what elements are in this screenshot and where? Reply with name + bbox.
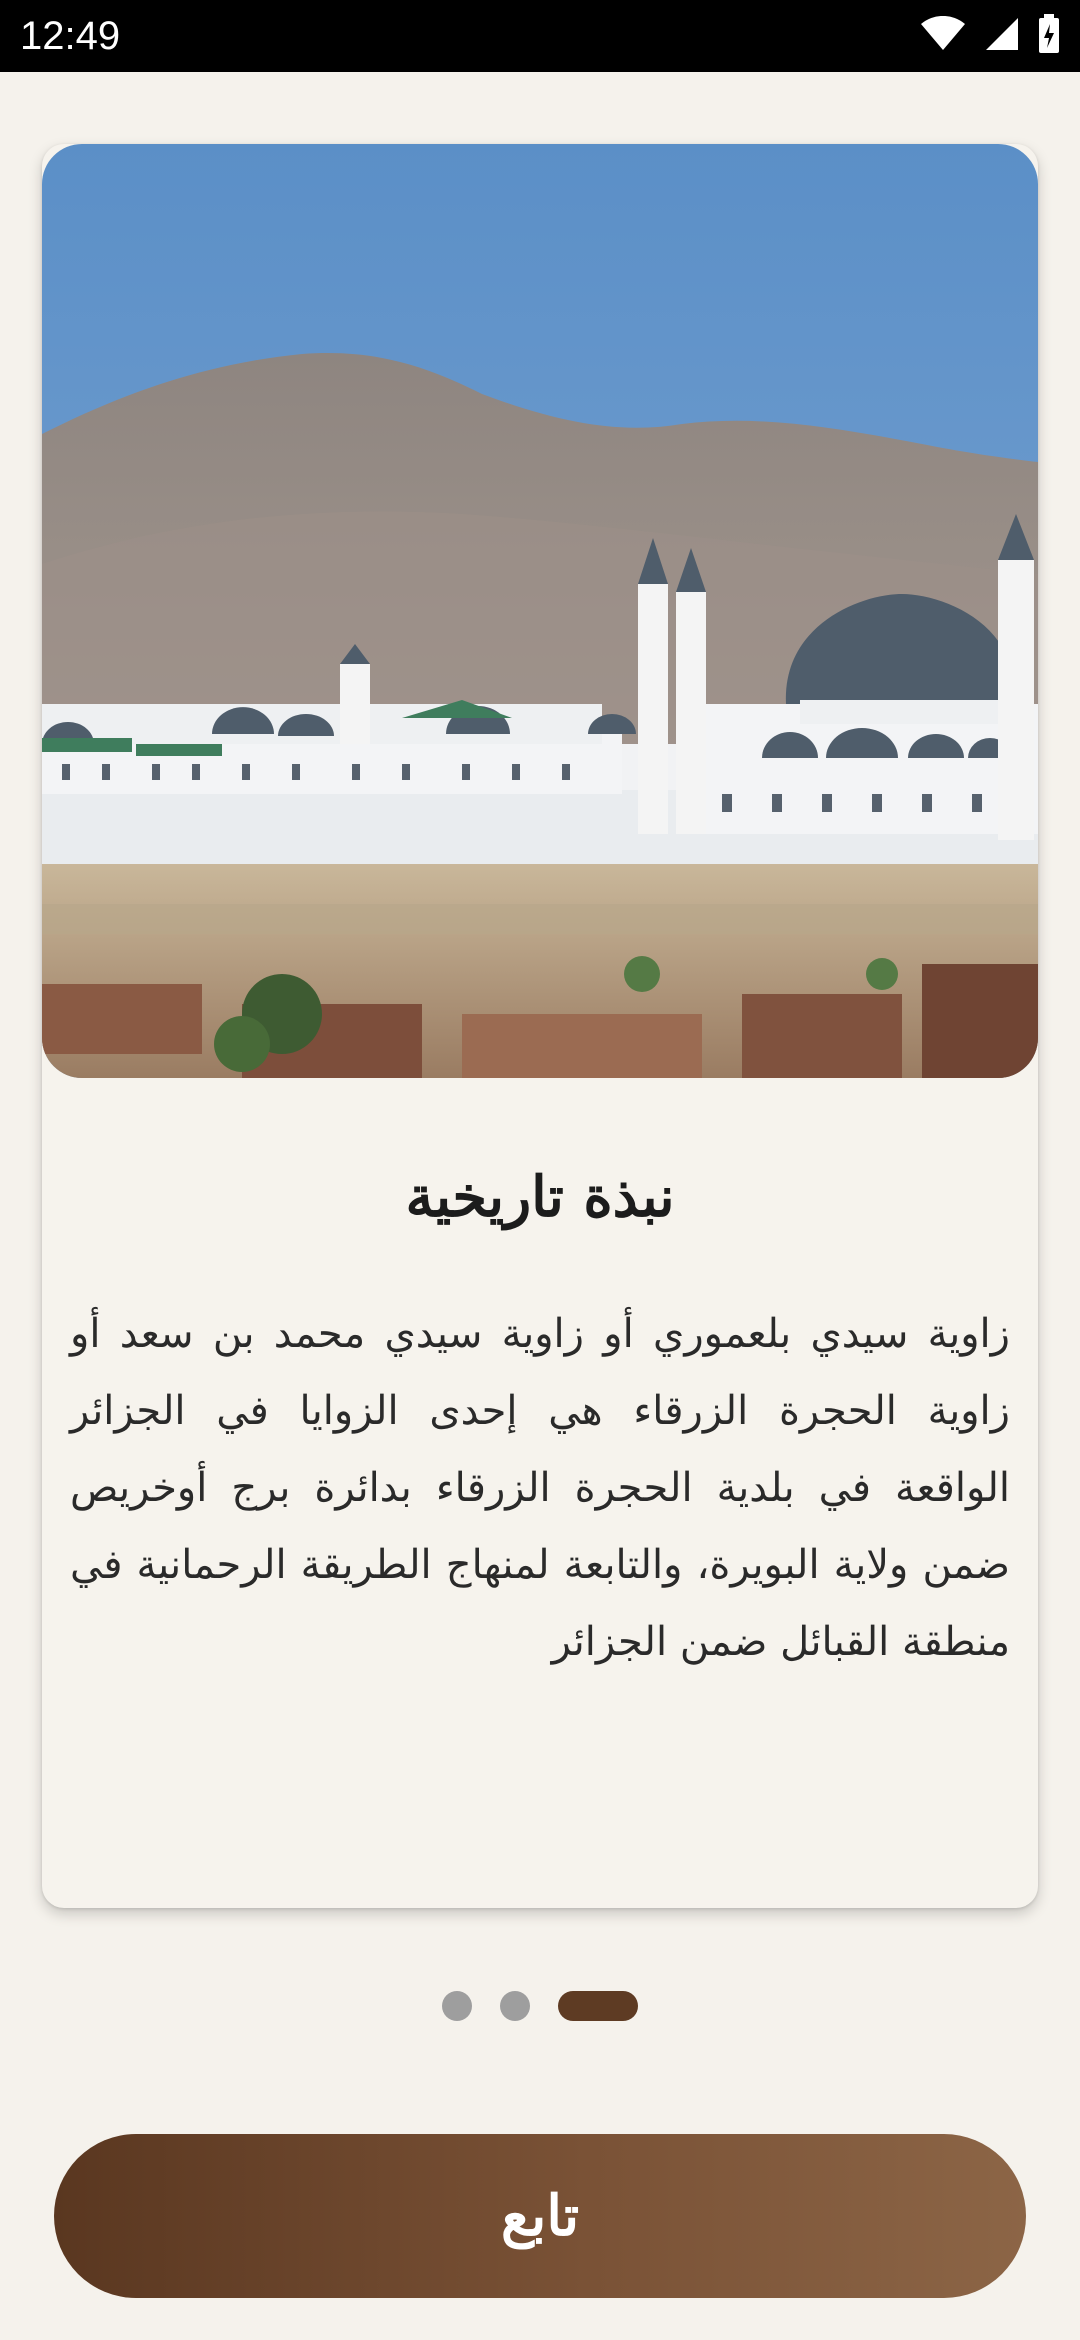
page-indicator [0, 1990, 1080, 2022]
continue-button[interactable]: تابع [54, 2134, 1026, 2298]
page-dot[interactable] [442, 1991, 472, 2021]
wifi-icon [920, 15, 966, 56]
card-title: نبذة تاريخية [405, 1164, 675, 1230]
page-dot[interactable] [500, 1991, 530, 2021]
hero-image [42, 144, 1038, 1078]
battery-icon [1038, 14, 1060, 58]
status-icons [920, 14, 1060, 58]
status-bar: 12:49 [0, 0, 1080, 72]
card-description: زاوية سيدي بلعموري أو زاوية سيدي محمد بن… [70, 1311, 1010, 1665]
signal-icon [984, 16, 1020, 56]
continue-button-label: تابع [500, 2183, 580, 2249]
info-card: نبذة تاريخية زاوية سيدي بلعموري أو زاوية… [42, 144, 1038, 1908]
page-dot-active[interactable] [558, 1991, 638, 2021]
status-time: 12:49 [20, 13, 121, 58]
mosque-photo [42, 144, 1038, 1078]
